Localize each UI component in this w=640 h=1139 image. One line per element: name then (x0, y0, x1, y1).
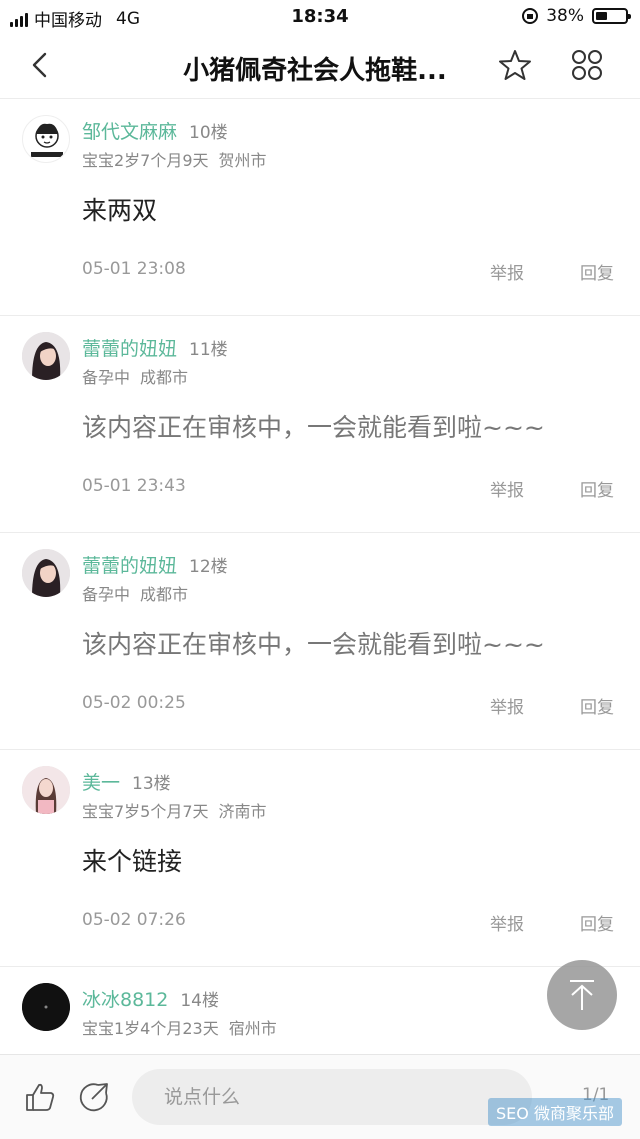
report-button[interactable]: 举报 (490, 693, 524, 718)
floor-number: 10楼 (189, 123, 228, 143)
reply-item: 美一 13楼 宝宝7岁5个月7天 济南市 来个链接 05-02 07:26 举报 回… (0, 750, 640, 967)
user-meta: 宝宝7岁5个月7天 济南市 (82, 798, 267, 822)
location: 贺州市 (218, 151, 267, 170)
username[interactable]: 冰冰8812 (82, 989, 168, 1011)
reply-button[interactable]: 回复 (580, 693, 614, 718)
avatar[interactable] (22, 983, 70, 1031)
cartoon-avatar-icon (31, 123, 63, 157)
user-photo-icon (22, 549, 70, 597)
timestamp: 05-01 23:08 (82, 259, 186, 279)
timestamp: 05-02 00:25 (82, 693, 186, 713)
report-button[interactable]: 举报 (490, 476, 524, 501)
floor-number: 13楼 (132, 774, 171, 794)
thumbs-up-icon[interactable] (24, 1081, 56, 1113)
reply-item: 蕾蕾的妞妞 11楼 备孕中 成都市 该内容正在审核中，一会就能看到啦~~~ 05-0… (0, 316, 640, 533)
reply-item: 邹代文麻麻 10楼 宝宝2岁7个月9天 贺州市 来两双 05-01 23:08 举报… (0, 99, 640, 316)
user-meta: 宝宝1岁4个月23天 宿州市 (82, 1015, 277, 1039)
reply-content: 该内容正在审核中，一会就能看到啦~~~ (82, 630, 545, 659)
floor-number: 12楼 (189, 557, 228, 577)
baby-age: 宝宝7岁5个月7天 (82, 802, 209, 821)
user-photo-icon (22, 332, 70, 380)
user-meta: 宝宝2岁7个月9天 贺州市 (82, 147, 267, 171)
floor-number: 14楼 (180, 991, 219, 1011)
location: 宿州市 (228, 1019, 277, 1038)
orientation-lock-icon (522, 8, 539, 24)
user-meta: 备孕中 成都市 (82, 364, 188, 388)
reply-button[interactable]: 回复 (580, 476, 614, 501)
user-line: 美一 13楼 (82, 768, 171, 795)
reply-content: 来个链接 (82, 847, 183, 876)
back-icon[interactable] (26, 50, 56, 80)
reply-button[interactable]: 回复 (580, 910, 614, 935)
user-status: 备孕中 (82, 368, 131, 387)
username[interactable]: 美一 (82, 772, 120, 794)
reply-list: 邹代文麻麻 10楼 宝宝2岁7个月9天 贺州市 来两双 05-01 23:08 举报… (0, 99, 640, 1067)
dark-avatar-icon (22, 983, 70, 1031)
location: 成都市 (140, 368, 189, 387)
more-icon[interactable] (570, 48, 604, 82)
reply-item: 冰冰8812 14楼 宝宝1岁4个月23天 宿州市 (0, 967, 640, 1067)
user-status: 备孕中 (82, 585, 131, 604)
username[interactable]: 邹代文麻麻 (82, 121, 177, 143)
user-line: 蕾蕾的妞妞 12楼 (82, 551, 228, 578)
baby-age: 宝宝2岁7个月9天 (82, 151, 209, 170)
comment-input[interactable] (132, 1069, 532, 1125)
username[interactable]: 蕾蕾的妞妞 (82, 555, 177, 577)
battery-icon (592, 8, 631, 24)
reply-content: 该内容正在审核中，一会就能看到啦~~~ (82, 413, 545, 442)
avatar[interactable] (22, 549, 70, 597)
scroll-to-top-button[interactable] (547, 960, 617, 1030)
report-button[interactable]: 举报 (490, 259, 524, 284)
avatar[interactable] (22, 332, 70, 380)
location: 济南市 (218, 802, 267, 821)
baby-age: 宝宝1岁4个月23天 (82, 1019, 219, 1038)
user-photo-icon (22, 766, 70, 814)
star-icon[interactable] (498, 48, 532, 82)
bottom-bar: 1/1 (0, 1054, 640, 1139)
status-bar: 中国移动 4G 18:34 38% (0, 0, 640, 34)
user-line: 冰冰8812 14楼 (82, 985, 219, 1012)
location: 成都市 (140, 585, 189, 604)
avatar[interactable] (22, 766, 70, 814)
reply-button[interactable]: 回复 (580, 259, 614, 284)
status-right: 38% (522, 6, 631, 26)
user-line: 蕾蕾的妞妞 11楼 (82, 334, 228, 361)
timestamp: 05-02 07:26 (82, 910, 186, 930)
share-icon[interactable] (78, 1081, 110, 1113)
timestamp: 05-01 23:43 (82, 476, 186, 496)
page-title: 小猪佩奇社会人拖鞋... (183, 56, 447, 86)
watermark: SEO 微商聚乐部 (488, 1098, 622, 1126)
reply-content: 来两双 (82, 196, 158, 225)
arrow-up-icon (570, 980, 594, 1010)
username[interactable]: 蕾蕾的妞妞 (82, 338, 177, 360)
user-meta: 备孕中 成都市 (82, 581, 188, 605)
battery-percent: 38% (546, 6, 584, 26)
nav-bar: 小猪佩奇社会人拖鞋... (0, 34, 640, 99)
user-line: 邹代文麻麻 10楼 (82, 117, 228, 144)
floor-number: 11楼 (189, 340, 228, 360)
avatar[interactable] (22, 115, 70, 163)
report-button[interactable]: 举报 (490, 910, 524, 935)
reply-item: 蕾蕾的妞妞 12楼 备孕中 成都市 该内容正在审核中，一会就能看到啦~~~ 05-0… (0, 533, 640, 750)
